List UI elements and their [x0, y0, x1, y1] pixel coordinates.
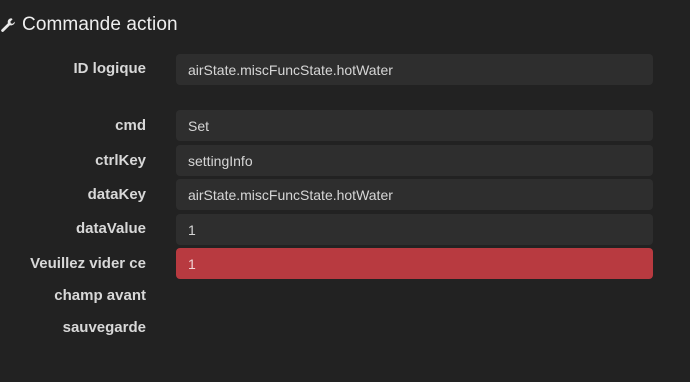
clear-field-error-input[interactable]: 1 — [176, 248, 653, 279]
logical-id-field[interactable]: airState.miscFuncState.hotWater — [176, 54, 653, 85]
clear-field-label-line3: sauvegarde — [62, 319, 146, 336]
datakey-field[interactable]: airState.miscFuncState.hotWater — [176, 179, 653, 210]
datavalue-label: dataValue — [75, 220, 146, 237]
panel-header: Commande action — [0, 8, 178, 42]
wrench-icon — [0, 17, 16, 33]
cmd-field[interactable]: Set — [176, 110, 653, 141]
datavalue-field[interactable]: 1 — [176, 214, 653, 245]
datakey-label: dataKey — [87, 186, 146, 203]
panel-title: Commande action — [22, 14, 178, 35]
command-action-panel: Commande action ID logique airState.misc… — [0, 0, 690, 382]
cmd-label: cmd — [115, 117, 146, 134]
ctrlkey-label: ctrlKey — [95, 152, 146, 169]
ctrlkey-field[interactable]: settingInfo — [176, 145, 653, 176]
logical-id-label: ID logique — [73, 60, 147, 77]
clear-field-label-line2: champ avant — [54, 287, 146, 304]
clear-field-label-line1: Veuillez vider ce — [30, 255, 146, 272]
